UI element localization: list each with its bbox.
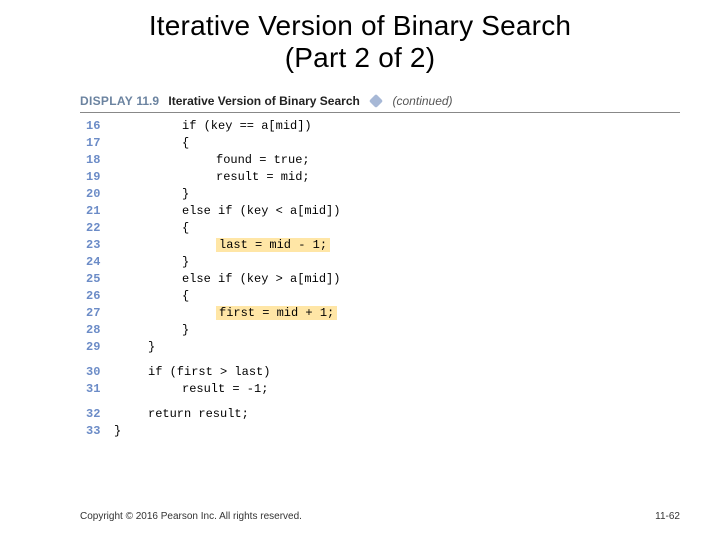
line-number: 22 — [86, 220, 114, 237]
code-text: { — [114, 220, 189, 237]
code-row: 26{ — [86, 288, 680, 305]
code-row: 24} — [86, 254, 680, 271]
line-number: 28 — [86, 322, 114, 339]
code-row: 32return result; — [86, 406, 680, 423]
code-row: 19result = mid; — [86, 169, 680, 186]
code-text: { — [114, 288, 189, 305]
code-text: if (first > last) — [114, 364, 270, 381]
code-text: } — [114, 339, 155, 356]
code-text: first = mid + 1; — [114, 305, 337, 322]
code-row: 25else if (key > a[mid]) — [86, 271, 680, 288]
line-number: 23 — [86, 237, 114, 254]
diamond-icon — [369, 94, 383, 108]
highlight: first = mid + 1; — [216, 306, 337, 320]
code-text: else if (key > a[mid]) — [114, 271, 340, 288]
line-number: 25 — [86, 271, 114, 288]
code-text: result = mid; — [114, 169, 310, 186]
code-spacer — [86, 398, 680, 406]
slide-title: Iterative Version of Binary Search (Part… — [0, 0, 720, 74]
code-row: 29} — [86, 339, 680, 356]
code-row: 30if (first > last) — [86, 364, 680, 381]
line-number: 32 — [86, 406, 114, 423]
title-line2: (Part 2 of 2) — [285, 42, 435, 73]
code-text: } — [114, 423, 121, 440]
code-text: else if (key < a[mid]) — [114, 203, 340, 220]
line-number: 30 — [86, 364, 114, 381]
code-row: 17{ — [86, 135, 680, 152]
code-listing: 16if (key == a[mid])17{18found = true;19… — [86, 118, 680, 440]
line-number: 31 — [86, 381, 114, 398]
page-number: 11-62 — [655, 511, 680, 522]
code-text: if (key == a[mid]) — [114, 118, 312, 135]
code-row: 27 first = mid + 1; — [86, 305, 680, 322]
title-line1: Iterative Version of Binary Search — [149, 10, 571, 41]
line-number: 17 — [86, 135, 114, 152]
line-number: 19 — [86, 169, 114, 186]
code-text: } — [114, 254, 189, 271]
code-text: return result; — [114, 406, 249, 423]
display-continued: (continued) — [393, 94, 453, 108]
code-row: 20} — [86, 186, 680, 203]
code-row: 33} — [86, 423, 680, 440]
line-number: 26 — [86, 288, 114, 305]
code-text: result = -1; — [114, 381, 268, 398]
code-row: 18found = true; — [86, 152, 680, 169]
line-number: 18 — [86, 152, 114, 169]
footer: Copyright © 2016 Pearson Inc. All rights… — [80, 511, 680, 522]
line-number: 29 — [86, 339, 114, 356]
line-number: 27 — [86, 305, 114, 322]
code-text: last = mid - 1; — [114, 237, 330, 254]
display-number: 11.9 — [136, 94, 159, 108]
display-label: Display — [80, 94, 133, 108]
code-text: } — [114, 322, 189, 339]
code-spacer — [86, 356, 680, 364]
highlight: last = mid - 1; — [216, 238, 330, 252]
code-row: 22{ — [86, 220, 680, 237]
line-number: 33 — [86, 423, 114, 440]
code-row: 16if (key == a[mid]) — [86, 118, 680, 135]
copyright-text: Copyright © 2016 Pearson Inc. All rights… — [80, 511, 302, 522]
line-number: 20 — [86, 186, 114, 203]
code-text: found = true; — [114, 152, 310, 169]
code-row: 23 last = mid - 1; — [86, 237, 680, 254]
slide: Iterative Version of Binary Search (Part… — [0, 0, 720, 540]
line-number: 24 — [86, 254, 114, 271]
code-text: { — [114, 135, 189, 152]
code-row: 31result = -1; — [86, 381, 680, 398]
line-number: 21 — [86, 203, 114, 220]
code-text: } — [114, 186, 189, 203]
display-title: Iterative Version of Binary Search — [168, 94, 359, 108]
display-header: Display 11.9 Iterative Version of Binary… — [80, 94, 680, 113]
line-number: 16 — [86, 118, 114, 135]
code-row: 28} — [86, 322, 680, 339]
code-row: 21else if (key < a[mid]) — [86, 203, 680, 220]
